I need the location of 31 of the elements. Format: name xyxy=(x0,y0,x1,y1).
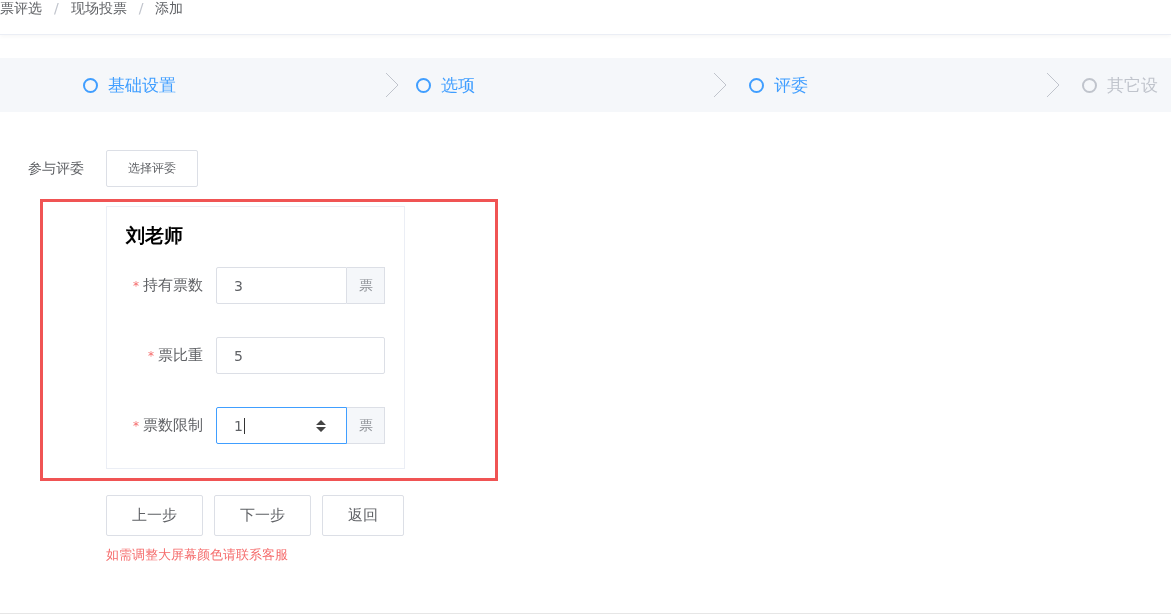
breadcrumb-item[interactable]: 票评选 xyxy=(0,0,42,16)
input-suffix: 票 xyxy=(347,267,385,304)
field-label: 参与评委 xyxy=(28,159,85,178)
required-mark: * xyxy=(148,349,154,363)
select-judges-button[interactable]: 选择评委 xyxy=(106,150,198,187)
chevron-icon xyxy=(1046,72,1060,98)
action-button[interactable]: 返回 xyxy=(322,495,404,536)
number-input[interactable]: 3 xyxy=(216,267,347,304)
step-circle-icon xyxy=(416,77,431,93)
chevron-icon xyxy=(385,72,399,98)
field-label: 票比重 xyxy=(158,346,203,364)
field-label: 持有票数 xyxy=(143,276,203,294)
input-suffix: 票 xyxy=(347,407,385,444)
breadcrumb-separator: / xyxy=(54,0,59,16)
chevron-icon xyxy=(713,72,727,98)
number-input[interactable]: 5 xyxy=(216,337,385,374)
field-label: 票数限制 xyxy=(143,416,203,434)
step-circle-icon xyxy=(83,77,98,93)
action-button[interactable]: 下一步 xyxy=(214,495,311,536)
required-mark: * xyxy=(133,419,139,433)
required-mark: * xyxy=(133,279,139,293)
breadcrumb-item[interactable]: 添加 xyxy=(155,0,184,16)
step-circle-icon xyxy=(1082,77,1097,93)
hint-text: 如需调整大屏幕颜色请联系客服 xyxy=(106,546,289,564)
step-circle-icon xyxy=(749,77,764,93)
action-button[interactable]: 上一步 xyxy=(106,495,203,536)
judge-name: 刘老师 xyxy=(126,223,184,248)
spinner-icon[interactable] xyxy=(315,419,327,433)
breadcrumb-item[interactable]: 现场投票 xyxy=(70,0,127,16)
number-input[interactable]: 1 xyxy=(216,407,347,444)
breadcrumb-separator: / xyxy=(138,0,144,16)
